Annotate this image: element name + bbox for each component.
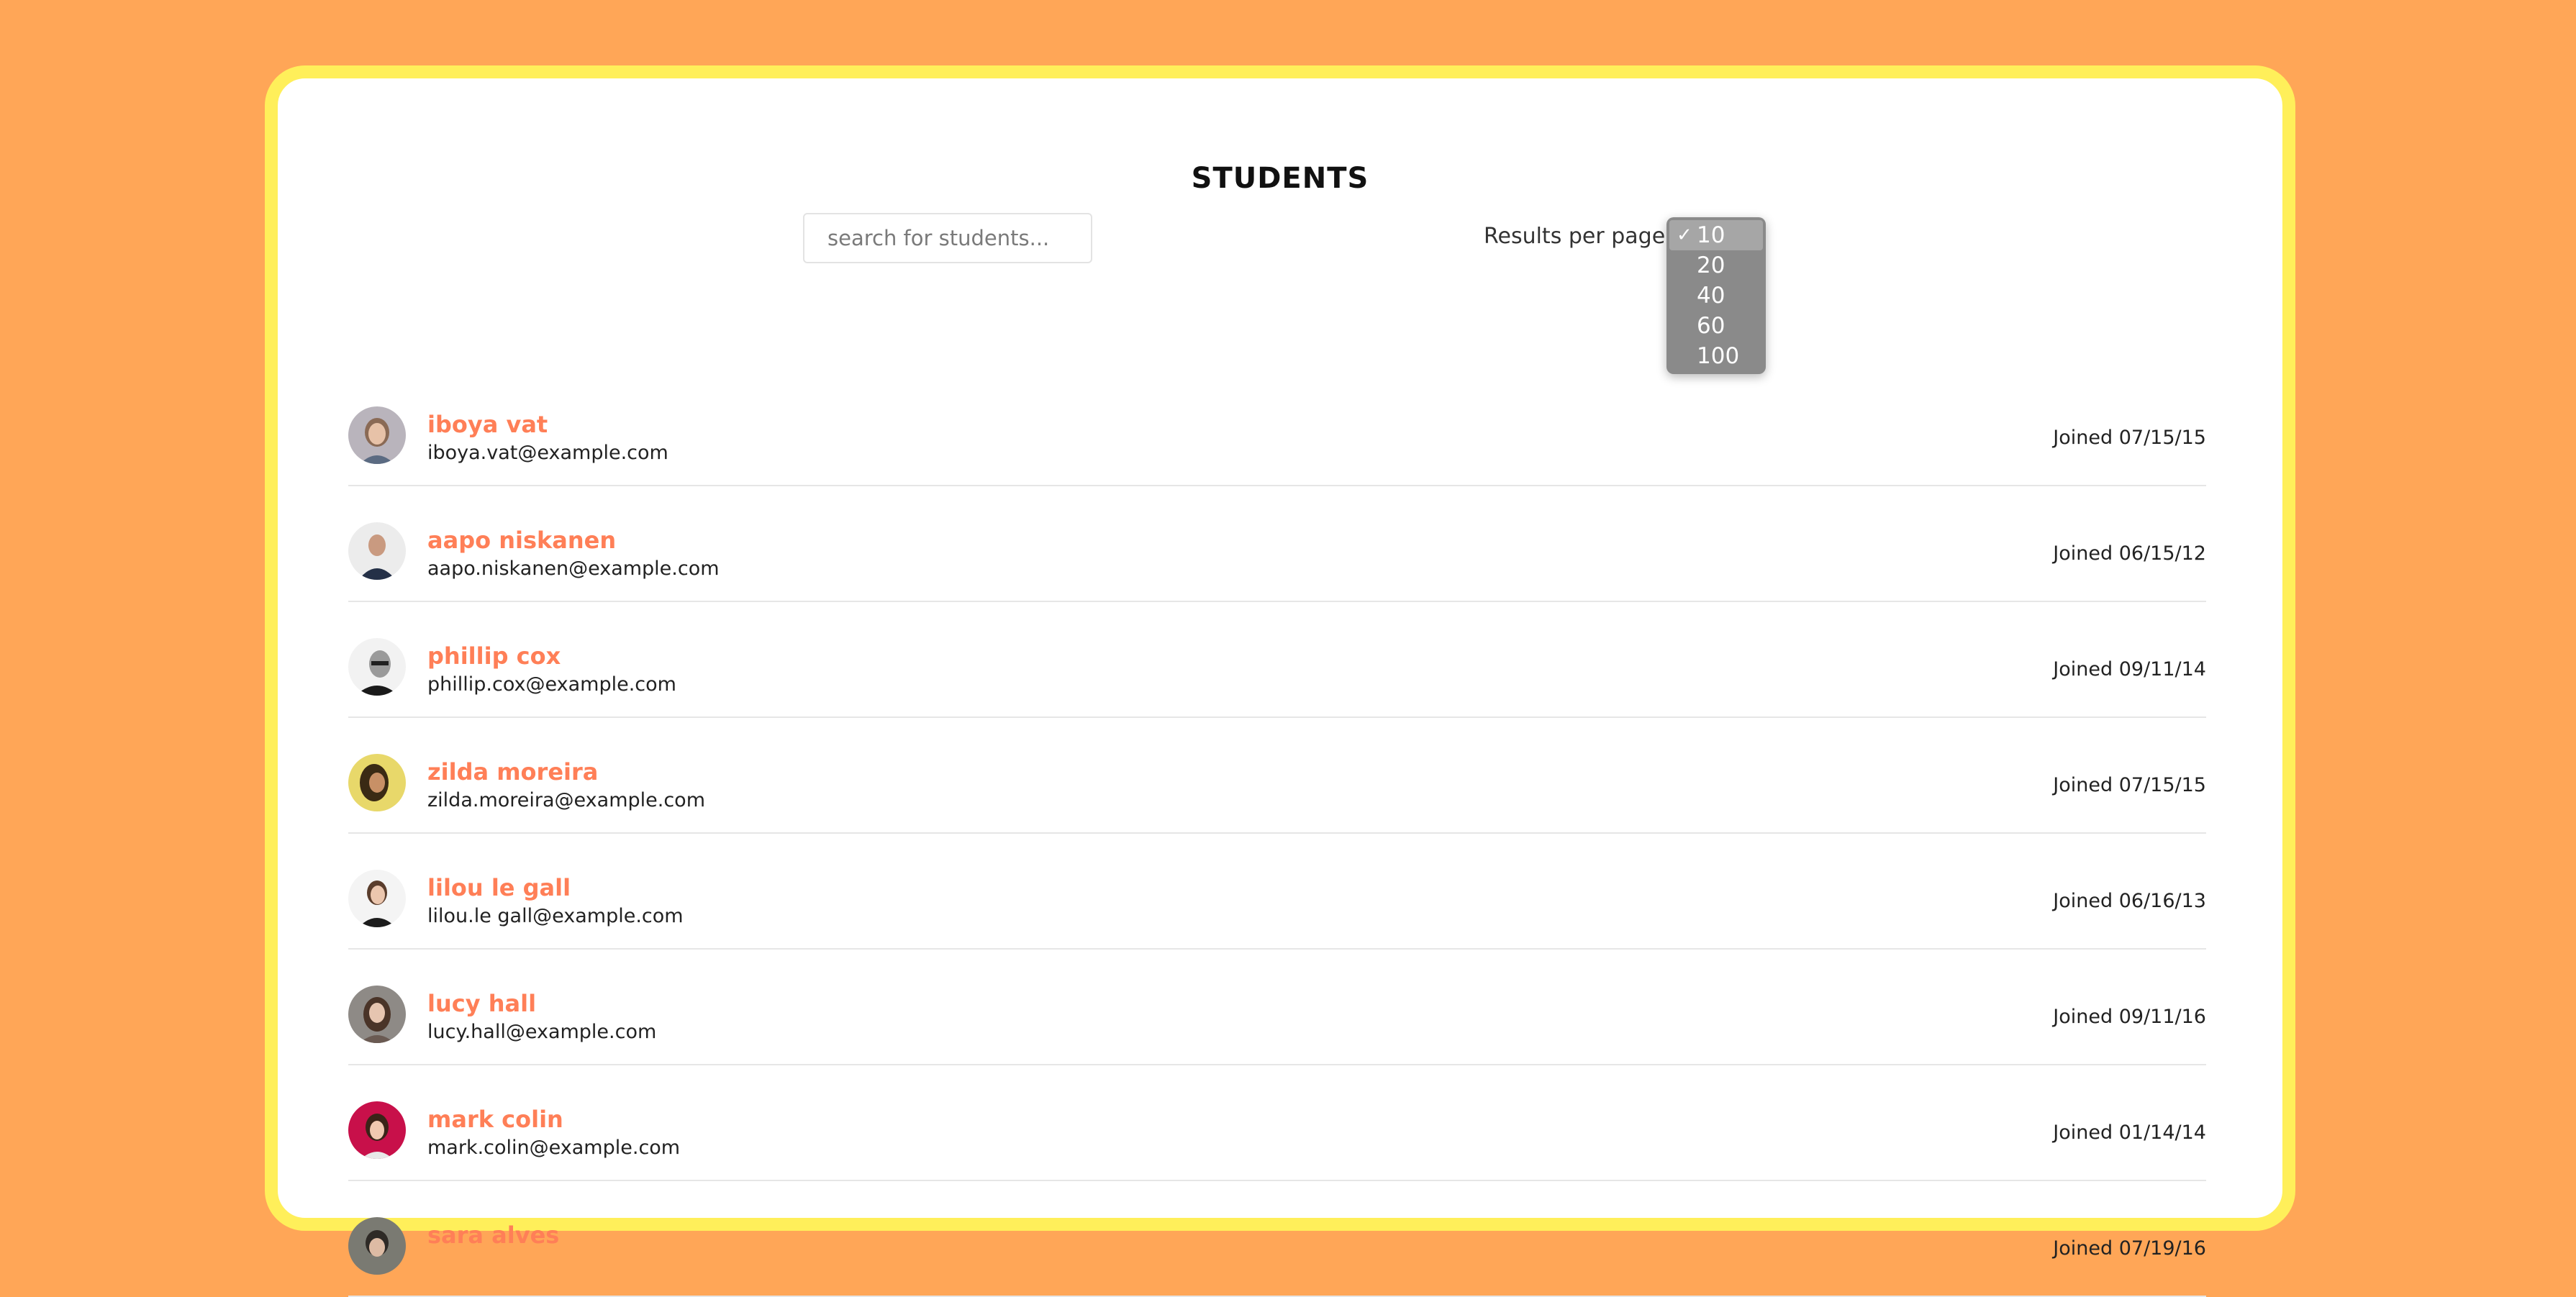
student-list: iboya vat iboya.vat@example.com Joined 0… xyxy=(348,370,2206,1297)
avatar xyxy=(348,870,406,927)
avatar xyxy=(348,522,406,580)
student-name[interactable]: aapo niskanen xyxy=(427,527,616,554)
page-title: STUDENTS xyxy=(1191,162,1369,195)
joined-date: Joined 07/19/16 xyxy=(2053,1237,2206,1260)
avatar xyxy=(348,406,406,464)
student-row[interactable]: sara alves Joined 07/19/16 xyxy=(348,1181,2206,1297)
student-row[interactable]: lilou le gall lilou.le gall@example.com … xyxy=(348,834,2206,950)
student-name[interactable]: zilda moreira xyxy=(427,758,598,786)
avatar xyxy=(348,754,406,811)
student-name[interactable]: mark colin xyxy=(427,1106,563,1133)
results-option-20[interactable]: 20 xyxy=(1666,250,1766,281)
option-label: 40 xyxy=(1697,283,1725,309)
student-email: mark.colin@example.com xyxy=(427,1137,681,1159)
avatar xyxy=(348,1101,406,1159)
results-option-10[interactable]: ✓ 10 xyxy=(1669,220,1763,250)
student-row[interactable]: iboya vat iboya.vat@example.com Joined 0… xyxy=(348,370,2206,486)
joined-date: Joined 07/15/15 xyxy=(2053,427,2206,449)
results-option-60[interactable]: 60 xyxy=(1666,311,1766,341)
search-input[interactable] xyxy=(803,213,1092,263)
joined-date: Joined 09/11/14 xyxy=(2053,658,2206,681)
joined-date: Joined 09/11/16 xyxy=(2053,1006,2206,1028)
student-row[interactable]: mark colin mark.colin@example.com Joined… xyxy=(348,1065,2206,1181)
students-card: STUDENTS Results per page ✓ 10 20 40 60 … xyxy=(265,65,2295,1297)
joined-date: Joined 06/15/12 xyxy=(2053,542,2206,565)
joined-date: Joined 06/16/13 xyxy=(2053,890,2206,912)
avatar xyxy=(348,1217,406,1275)
student-row[interactable]: lucy hall lucy.hall@example.com Joined 0… xyxy=(348,950,2206,1065)
results-option-100[interactable]: 100 xyxy=(1666,341,1766,371)
option-label: 100 xyxy=(1697,343,1740,369)
joined-date: Joined 01/14/14 xyxy=(2053,1121,2206,1144)
results-per-page-label: Results per page xyxy=(1484,224,1666,249)
checkmark-icon: ✓ xyxy=(1677,224,1692,246)
option-label: 60 xyxy=(1697,313,1725,339)
student-row[interactable]: aapo niskanen aapo.niskanen@example.com … xyxy=(348,486,2206,602)
avatar xyxy=(348,638,406,696)
student-row[interactable]: phillip cox phillip.cox@example.com Join… xyxy=(348,602,2206,718)
student-row[interactable]: zilda moreira zilda.moreira@example.com … xyxy=(348,718,2206,834)
option-label: 10 xyxy=(1697,222,1725,248)
results-option-40[interactable]: 40 xyxy=(1666,281,1766,311)
student-email: iboya.vat@example.com xyxy=(427,442,668,464)
student-email: lilou.le gall@example.com xyxy=(427,905,684,927)
student-email: aapo.niskanen@example.com xyxy=(427,558,720,580)
avatar xyxy=(348,986,406,1043)
student-name[interactable]: sara alves xyxy=(427,1221,559,1249)
joined-date: Joined 07/15/15 xyxy=(2053,774,2206,796)
results-per-page-dropdown[interactable]: ✓ 10 20 40 60 100 xyxy=(1666,217,1766,374)
student-name[interactable]: iboya vat xyxy=(427,411,548,438)
student-name[interactable]: phillip cox xyxy=(427,642,561,670)
student-name[interactable]: lilou le gall xyxy=(427,874,571,901)
student-email: lucy.hall@example.com xyxy=(427,1021,657,1043)
student-name[interactable]: lucy hall xyxy=(427,990,536,1017)
option-label: 20 xyxy=(1697,252,1725,278)
student-email: phillip.cox@example.com xyxy=(427,673,676,696)
student-email: zilda.moreira@example.com xyxy=(427,789,705,811)
